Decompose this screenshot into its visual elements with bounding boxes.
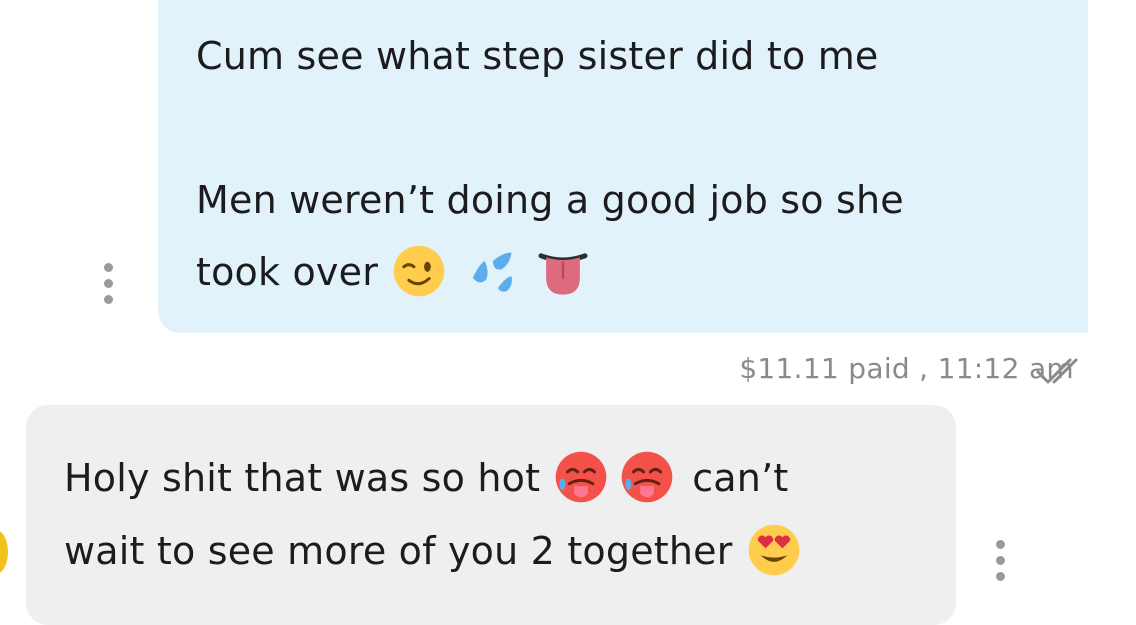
winking-face-icon <box>393 245 445 296</box>
outgoing-message-bubble[interactable]: Cum see what step sister did to me Men w… <box>158 0 1088 333</box>
message-line: can’t <box>692 456 789 500</box>
hot-face-icon <box>555 451 607 502</box>
tongue-icon <box>538 252 588 295</box>
outgoing-message-options-icon[interactable] <box>104 263 116 311</box>
hot-face-icon <box>621 451 673 502</box>
message-line: wait to see more of you 2 together <box>64 529 733 573</box>
incoming-message-text: Holy shit that was so hot can’t wait to … <box>64 442 918 588</box>
incoming-message-options-icon[interactable] <box>996 540 1008 588</box>
outgoing-message-text: Cum see what step sister did to me Men w… <box>196 20 1050 308</box>
sender-avatar[interactable] <box>0 530 8 574</box>
payment-timestamp-text: $11.11 paid , 11:12 am <box>739 352 1074 385</box>
sweat-droplets-icon <box>472 251 512 292</box>
message-line: Cum see what step sister did to me <box>196 34 879 78</box>
heart-eyes-face-icon <box>748 524 799 575</box>
message-line: took over <box>196 250 379 294</box>
message-line: Holy shit that was so hot <box>64 456 541 500</box>
double-check-icon <box>1036 358 1078 384</box>
incoming-message-bubble[interactable]: Holy shit that was so hot can’t wait to … <box>26 405 956 625</box>
payment-timestamp: $11.11 paid , 11:12 am <box>739 352 1074 385</box>
message-line: Men weren’t doing a good job so she <box>196 178 904 222</box>
